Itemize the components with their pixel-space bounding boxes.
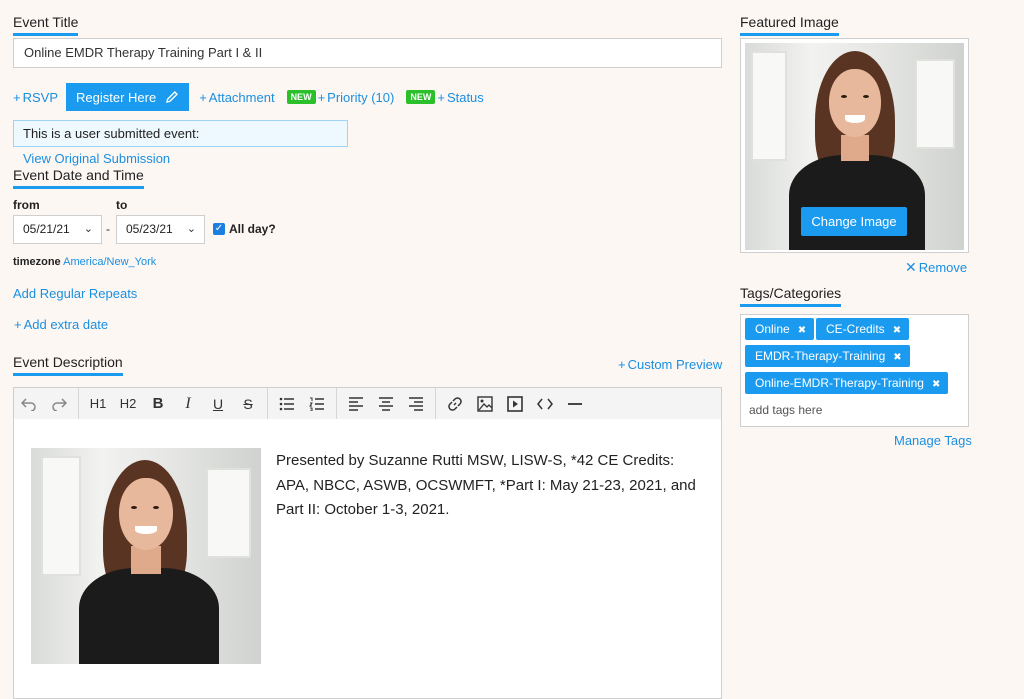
remove-image-link[interactable]: ✕ Remove [905, 259, 967, 276]
tag-chip[interactable]: Online ✖ [745, 318, 815, 340]
editor-toolbar: H1 H2 B I U S [13, 387, 722, 420]
toolbar-divider [267, 388, 268, 419]
remove-label: Remove [918, 260, 968, 275]
featured-image-heading: Featured Image [740, 13, 839, 36]
date-separator: - [106, 222, 110, 236]
timezone-label: timezone [13, 256, 61, 268]
heading2-button[interactable]: H2 [113, 388, 143, 419]
event-title-heading: Event Title [13, 13, 79, 36]
manage-tags-link[interactable]: Manage Tags [894, 433, 972, 448]
toolbar-divider [435, 388, 436, 419]
event-actions-row: + RSVP Register Here + Attachment NEW + Pri… [13, 83, 484, 111]
tag-chip[interactable]: Online-EMDR-Therapy-Training ✖ [745, 372, 949, 394]
from-label: from [13, 198, 40, 212]
image-icon[interactable] [470, 388, 500, 419]
remove-tag-icon[interactable]: ✖ [798, 325, 806, 336]
tag-chip[interactable]: EMDR-Therapy-Training ✖ [745, 345, 910, 367]
bold-button[interactable]: B [143, 388, 173, 419]
heading1-button[interactable]: H1 [83, 388, 113, 419]
custom-preview-link[interactable]: + Custom Preview [618, 357, 722, 372]
to-label: to [116, 198, 128, 212]
user-submitted-notice: This is a user submitted event: View Ori… [13, 120, 348, 166]
status-link[interactable]: + Status [437, 90, 483, 105]
link-icon[interactable] [440, 388, 470, 419]
plus-icon: + [317, 89, 326, 105]
align-right-icon[interactable] [401, 388, 431, 419]
plus-icon: + [14, 317, 22, 332]
tag-label: CE-Credits [826, 322, 885, 336]
video-icon[interactable] [500, 388, 530, 419]
attachment-link[interactable]: + Attachment [199, 90, 274, 105]
rsvp-link[interactable]: + RSVP [13, 90, 58, 105]
remove-tag-icon[interactable]: ✖ [893, 325, 901, 336]
change-image-button[interactable]: Change Image [801, 207, 907, 236]
numbered-list-icon[interactable] [302, 388, 332, 419]
toolbar-divider [78, 388, 79, 419]
underline-button[interactable]: U [203, 388, 233, 419]
presenter-photo [31, 448, 261, 664]
editor-content-area[interactable]: Presented by Suzanne Rutti MSW, LISW-S, … [13, 419, 722, 699]
align-left-icon[interactable] [341, 388, 371, 419]
register-here-button[interactable]: Register Here [66, 83, 190, 111]
attachment-label: Attachment [208, 89, 275, 105]
rsvp-label: RSVP [22, 89, 58, 105]
all-day-checkbox[interactable]: ✓ [213, 223, 225, 235]
to-date-value: 05/23/21 [126, 222, 173, 236]
all-day-toggle[interactable]: ✓ All day? [213, 222, 276, 236]
status-label: Status [446, 89, 484, 105]
timezone-row: timezone America/New_York [13, 256, 156, 268]
pencil-icon [166, 91, 179, 103]
italic-button[interactable]: I [173, 388, 203, 419]
close-icon: ✕ [905, 259, 917, 275]
priority-link[interactable]: + Priority (10) [318, 90, 395, 105]
timezone-link[interactable]: America/New_York [63, 256, 156, 268]
tag-label: Online [755, 322, 790, 336]
add-extra-date-link[interactable]: + Add extra date [14, 317, 108, 332]
priority-label: Priority (10) [327, 89, 395, 105]
from-date-value: 05/21/21 [23, 222, 70, 236]
strikethrough-button[interactable]: S [233, 388, 263, 419]
plus-icon: + [199, 89, 207, 105]
chevron-down-icon: ⌄ [83, 223, 93, 235]
remove-tag-icon[interactable]: ✖ [893, 352, 901, 363]
add-regular-repeats-link[interactable]: Add Regular Repeats [13, 286, 137, 301]
event-title-input[interactable]: Online EMDR Therapy Training Part I & II [13, 38, 722, 68]
register-label: Register Here [76, 89, 157, 105]
code-icon[interactable] [530, 388, 560, 419]
new-badge: NEW [406, 90, 436, 104]
tags-heading: Tags/Categories [740, 284, 842, 307]
date-time-heading: Event Date and Time [13, 166, 144, 189]
event-description-heading: Event Description [13, 353, 123, 376]
redo-icon[interactable] [44, 388, 74, 419]
chevron-down-icon: ⌄ [186, 223, 196, 235]
tag-label: Online-EMDR-Therapy-Training [755, 376, 924, 390]
undo-icon[interactable] [14, 388, 44, 419]
view-original-submission-link[interactable]: View Original Submission [23, 151, 170, 166]
from-date-select[interactable]: 05/21/21 ⌄ [13, 215, 102, 244]
plus-icon: + [618, 357, 626, 372]
all-day-label: All day? [229, 222, 276, 236]
tag-label: EMDR-Therapy-Training [755, 349, 886, 363]
add-tags-input[interactable]: add tags here [749, 403, 822, 417]
to-date-select[interactable]: 05/23/21 ⌄ [116, 215, 205, 244]
plus-icon: + [13, 89, 21, 105]
bullet-list-icon[interactable] [272, 388, 302, 419]
align-center-icon[interactable] [371, 388, 401, 419]
plus-icon: + [437, 89, 445, 105]
new-badge: NEW [286, 90, 316, 104]
add-extra-date-label: Add extra date [23, 317, 109, 332]
tag-chip[interactable]: CE-Credits ✖ [816, 318, 910, 340]
custom-preview-label: Custom Preview [627, 357, 723, 372]
remove-tag-icon[interactable]: ✖ [932, 379, 940, 390]
description-text: Presented by Suzanne Rutti MSW, LISW-S, … [276, 452, 696, 518]
horizontal-rule-icon[interactable] [560, 388, 590, 419]
notice-text: This is a user submitted event: [23, 126, 200, 141]
toolbar-divider [336, 388, 337, 419]
